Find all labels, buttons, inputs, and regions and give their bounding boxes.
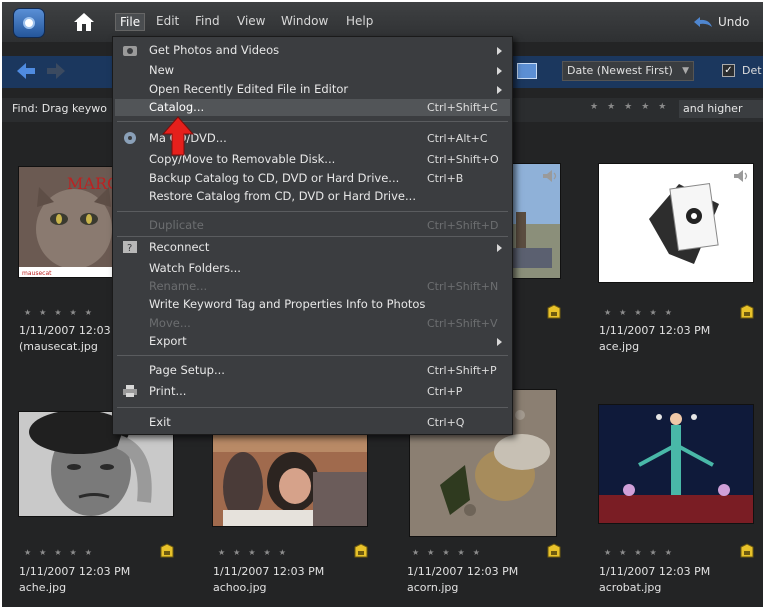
menu-item-backup-catalog[interactable]: Backup Catalog to CD, DVD or Hard Drive.… <box>149 171 399 185</box>
keyword-tag-icon[interactable] <box>353 543 369 559</box>
menu-item-move[interactable]: Move... <box>149 316 191 330</box>
menu-separator <box>117 407 508 408</box>
audio-icon <box>734 170 748 182</box>
keyword-tag-icon[interactable] <box>739 543 755 559</box>
menu-item-exit[interactable]: Exit <box>149 415 171 429</box>
thumbnail-filename: achoo.jpg <box>213 581 267 594</box>
shortcut-exit: Ctrl+Q <box>427 416 465 429</box>
shortcut-backup-catalog: Ctrl+B <box>427 172 464 185</box>
keyword-tag-icon[interactable] <box>546 543 562 559</box>
keyword-tag-icon[interactable] <box>159 543 175 559</box>
menu-item-print[interactable]: Print... <box>149 384 186 398</box>
menu-item-export[interactable]: Export <box>149 334 187 348</box>
shortcut-duplicate: Ctrl+Shift+D <box>427 219 499 232</box>
menu-item-get-photos[interactable]: Get Photos and Videos <box>149 43 279 57</box>
shortcut-make-cd-dvd: Ctrl+Alt+C <box>427 132 488 145</box>
undo-icon[interactable] <box>692 16 714 28</box>
thumbnail-date: 1/11/2007 12:03 PM <box>599 565 711 578</box>
thumbnail-ace[interactable] <box>599 164 753 282</box>
thumbnail-date: 1/11/2007 12:03 PM <box>599 324 711 337</box>
menu-item-rename[interactable]: Rename... <box>149 279 207 293</box>
rating-filter-stars[interactable]: ★★★★★ <box>590 102 675 112</box>
shortcut-move: Ctrl+Shift+V <box>427 317 498 330</box>
printer-icon <box>123 385 137 397</box>
details-checkbox[interactable]: ✓ <box>722 64 735 77</box>
chevron-down-icon: ▼ <box>682 66 689 76</box>
menu-item-page-setup[interactable]: Page Setup... <box>149 363 225 377</box>
shortcut-rename: Ctrl+Shift+N <box>427 280 499 293</box>
thumbnail-rating[interactable]: ★★★★★ <box>24 548 100 557</box>
menu-edit[interactable]: Edit <box>156 14 179 28</box>
forward-arrow-icon[interactable] <box>46 62 66 80</box>
keyword-tag-icon[interactable] <box>546 304 562 320</box>
find-bar-text: Find: Drag keywo <box>12 102 107 115</box>
thumbnail-date: 1/11/2007 12:03 PM <box>19 565 131 578</box>
submenu-arrow-icon <box>497 244 502 252</box>
menu-item-reconnect[interactable]: Reconnect <box>149 240 209 254</box>
thumbnail-acrobat[interactable] <box>599 405 753 523</box>
menu-help[interactable]: Help <box>346 14 373 28</box>
undo-button[interactable]: Undo <box>718 15 749 29</box>
rating-filter-select[interactable]: and higher <box>679 100 763 118</box>
audio-icon <box>543 170 557 182</box>
keyword-tag-icon[interactable] <box>739 304 755 320</box>
thumbnail-filename: ace.jpg <box>599 340 640 353</box>
thumbnail-filename: ache.jpg <box>19 581 67 594</box>
menu-window[interactable]: Window <box>281 14 328 28</box>
red-pointer-arrow-icon <box>162 116 194 156</box>
thumbnail-rating[interactable]: ★★★★★ <box>604 548 680 557</box>
menu-separator <box>117 236 508 237</box>
svg-text:?: ? <box>127 243 132 254</box>
thumbnail-date: 1/11/2007 12:03 PM <box>213 565 325 578</box>
camera-icon <box>123 46 137 56</box>
home-icon[interactable] <box>73 12 95 32</box>
menu-find[interactable]: Find <box>195 14 220 28</box>
thumbnail-filename: acrobat.jpg <box>599 581 662 594</box>
shortcut-page-setup: Ctrl+Shift+P <box>427 364 497 377</box>
sort-order-select[interactable]: Date (Newest First) ▼ <box>562 61 694 81</box>
submenu-arrow-icon <box>497 47 502 55</box>
thumbnail-date: 1/11/2007 12:03 <box>19 324 111 337</box>
menu-file[interactable]: File <box>115 13 146 31</box>
file-menu-dropdown: Get Photos and Videos New Open Recently … <box>112 36 513 435</box>
menu-item-duplicate[interactable]: Duplicate <box>149 218 204 232</box>
thumbnail-filename: acorn.jpg <box>407 581 459 594</box>
back-arrow-icon[interactable] <box>16 62 36 80</box>
disc-icon <box>124 132 136 144</box>
thumbnail-rating[interactable]: ★★★★★ <box>24 308 100 317</box>
thumbnail-date: 1/11/2007 12:03 PM <box>407 565 519 578</box>
menu-item-new[interactable]: New <box>149 63 174 77</box>
menu-separator <box>117 211 508 212</box>
thumbnail-filename: (mausecat.jpg <box>19 340 98 353</box>
submenu-arrow-icon <box>497 338 502 346</box>
menu-item-open-recent[interactable]: Open Recently Edited File in Editor <box>149 82 348 96</box>
thumbnail-rating[interactable]: ★★★★★ <box>412 548 488 557</box>
photo-organizer-window: File Edit Find View Window Help Undo Dat… <box>2 2 763 607</box>
menu-item-catalog[interactable]: Catalog... <box>149 100 204 114</box>
submenu-arrow-icon <box>497 86 502 94</box>
thumbnail-rating[interactable]: ★★★★★ <box>604 308 680 317</box>
mausecat-caption-text: mausecat <box>22 270 52 277</box>
shortcut-copy-move: Ctrl+Shift+O <box>427 153 499 166</box>
shortcut-print: Ctrl+P <box>427 385 463 398</box>
menu-view[interactable]: View <box>237 14 265 28</box>
details-label: Det <box>742 64 762 77</box>
shortcut-catalog: Ctrl+Shift+C <box>427 101 498 114</box>
thumbnail-rating[interactable]: ★★★★★ <box>218 548 294 557</box>
sort-order-value: Date (Newest First) <box>567 64 673 77</box>
menu-item-restore-catalog[interactable]: Restore Catalog from CD, DVD or Hard Dri… <box>149 189 416 203</box>
thumbnail-view-icon[interactable] <box>517 63 537 79</box>
thumbnail-achoo[interactable] <box>213 432 367 526</box>
menu-item-watch-folders[interactable]: Watch Folders... <box>149 261 241 275</box>
menu-item-write-keyword[interactable]: Write Keyword Tag and Properties Info to… <box>149 297 425 311</box>
reconnect-icon: ? <box>123 241 137 254</box>
menu-separator <box>117 355 508 356</box>
submenu-arrow-icon <box>497 67 502 75</box>
app-logo-icon <box>13 8 45 38</box>
